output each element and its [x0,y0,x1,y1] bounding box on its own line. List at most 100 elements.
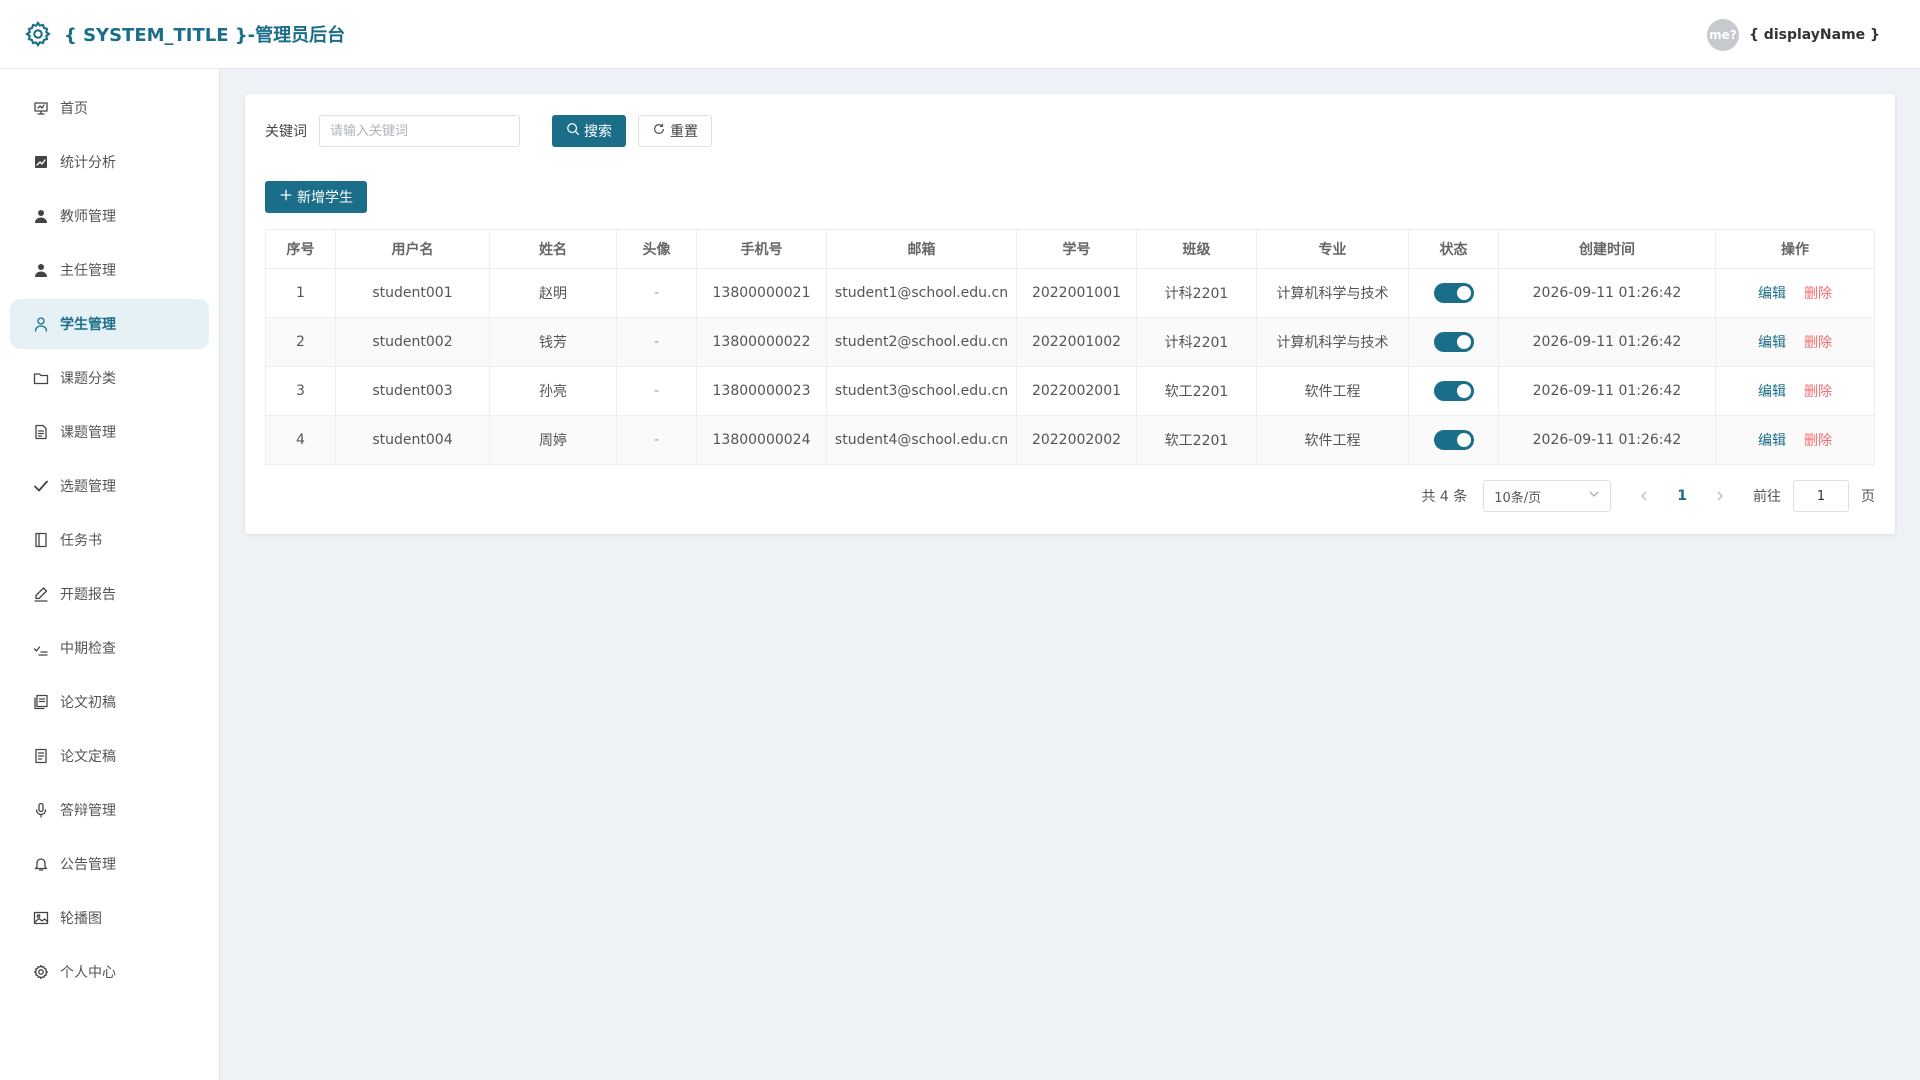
sidebar-item-1[interactable]: 统计分析 [10,137,209,187]
sidebar-item-12[interactable]: 论文定稿 [10,731,209,781]
sidebar-item-5[interactable]: 课题分类 [10,353,209,403]
table-row: 1 student001 赵明 -13800000021 student1@school… [265,268,1875,318]
bell-icon [32,855,50,873]
next-page-button[interactable] [1711,487,1729,505]
cell-actions: 编辑 删除 [1715,317,1875,367]
delete-button[interactable]: 删除 [1804,433,1832,449]
edit-button[interactable]: 编辑 [1758,335,1786,351]
document-icon [32,423,50,441]
status-toggle[interactable] [1433,430,1474,450]
cell-actions: 编辑 删除 [1715,415,1875,465]
column-header: 序号 [265,229,336,269]
page-size-select[interactable]: 10条/页 [1483,480,1612,512]
delete-button[interactable]: 删除 [1804,335,1832,351]
chevron-right-icon [1717,491,1723,501]
edit-button[interactable]: 编辑 [1758,433,1786,449]
add-student-button[interactable]: 新增学生 [265,181,367,213]
column-header: 创建时间 [1498,229,1716,269]
cell-name: 钱芳 [489,317,617,367]
sidebar-item-7[interactable]: 选题管理 [10,461,209,511]
sidebar-item-0[interactable]: 首页 [10,83,209,133]
avatar[interactable]: me? [1706,18,1739,51]
status-toggle[interactable] [1433,332,1474,352]
refresh-icon [652,122,666,140]
cell-created: 2026-09-11 01:26:42 [1498,366,1716,416]
folder-icon [32,369,50,387]
cell-name: 周婷 [489,415,617,465]
column-header: 姓名 [489,229,617,269]
picture-icon [32,909,50,927]
cell-major: 计算机科学与技术 [1256,268,1409,318]
cell-avatar: - [616,415,697,465]
setting-icon [32,963,50,981]
sidebar-item-label: 轮播图 [60,911,102,927]
cell-index: 4 [265,415,336,465]
cell-student_no: 2022002002 [1016,415,1137,465]
tickets-icon [32,747,50,765]
cell-index: 2 [265,317,336,367]
status-toggle[interactable] [1433,283,1474,303]
cell-email: student2@school.edu.cn [826,317,1017,367]
check-icon [32,477,50,495]
sidebar-item-2[interactable]: 教师管理 [10,191,209,241]
status-toggle[interactable] [1433,381,1474,401]
total-count: 共 4 条 [1421,489,1468,505]
cell-created: 2026-09-11 01:26:42 [1498,415,1716,465]
pagination: 共 4 条 10条/页 1 前往 页 [1421,480,1875,512]
search-form: 关键词 搜索 重置 [265,115,712,147]
column-header: 用户名 [335,229,490,269]
sidebar-item-3[interactable]: 主任管理 [10,245,209,295]
user-menu[interactable]: me? { displayName } [1706,0,1880,69]
cell-major: 软件工程 [1256,366,1409,416]
cell-phone: 13800000021 [696,268,827,318]
cell-email: student4@school.edu.cn [826,415,1017,465]
sidebar-item-10[interactable]: 中期检查 [10,623,209,673]
goto-page-input[interactable] [1793,480,1849,512]
sidebar-item-label: 主任管理 [60,263,116,279]
cell-avatar: - [616,366,697,416]
cell-created: 2026-09-11 01:26:42 [1498,317,1716,367]
edit-button[interactable]: 编辑 [1758,286,1786,302]
sidebar-item-6[interactable]: 课题管理 [10,407,209,457]
cell-actions: 编辑 删除 [1715,268,1875,318]
sidebar: 首页 统计分析 教师管理主任管理学生管理 课题分类 课题管理 选题管理任务书开题报告 中期检… [0,69,220,1080]
microphone-icon [32,801,50,819]
keyword-label: 关键词 [265,124,307,140]
sidebar-item-14[interactable]: 公告管理 [10,839,209,889]
display-name[interactable]: { displayName } [1749,27,1880,43]
sidebar-item-label: 任务书 [60,533,102,549]
sidebar-item-4[interactable]: 学生管理 [10,299,209,349]
cell-phone: 13800000024 [696,415,827,465]
page-number-current[interactable]: 1 [1677,488,1687,504]
sidebar-item-label: 公告管理 [60,857,116,873]
sidebar-item-11[interactable]: 论文初稿 [10,677,209,727]
sidebar-item-9[interactable]: 开题报告 [10,569,209,619]
search-button[interactable]: 搜索 [552,115,626,147]
cell-student_no: 2022002001 [1016,366,1137,416]
cell-status [1408,317,1499,367]
sidebar-item-13[interactable]: 答辩管理 [10,785,209,835]
user-icon [32,207,50,225]
sidebar-item-label: 答辩管理 [60,803,116,819]
cell-student_no: 2022001002 [1016,317,1137,367]
reset-button[interactable]: 重置 [638,115,712,147]
keyword-input[interactable] [319,115,520,147]
chevron-down-icon [1588,488,1600,504]
cell-username: student003 [335,366,490,416]
sidebar-item-15[interactable]: 轮播图 [10,893,209,943]
cell-avatar: - [616,268,697,318]
sidebar-item-16[interactable]: 个人中心 [10,947,209,997]
cell-major: 计算机科学与技术 [1256,317,1409,367]
sidebar-item-8[interactable]: 任务书 [10,515,209,565]
delete-button[interactable]: 删除 [1804,384,1832,400]
checklist-icon [32,639,50,657]
column-header: 邮箱 [826,229,1017,269]
column-header: 头像 [616,229,697,269]
edit-button[interactable]: 编辑 [1758,384,1786,400]
gear-logo-icon [24,20,52,48]
prev-page-button[interactable] [1635,487,1653,505]
delete-button[interactable]: 删除 [1804,286,1832,302]
search-button-label: 搜索 [584,124,612,140]
column-header: 操作 [1715,229,1875,269]
table-header-row: 序号 用户名 姓名 头像 手机号 邮箱 学号 班级 专业 状态 创建时间 操作 [265,229,1875,269]
